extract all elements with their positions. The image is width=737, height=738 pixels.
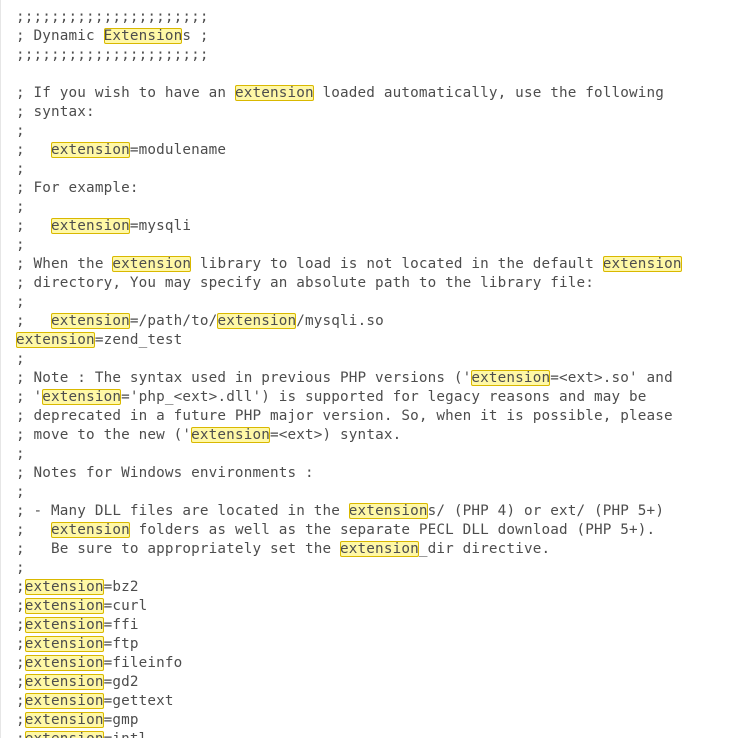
code-line[interactable]: ;	[16, 198, 682, 217]
code-line[interactable]: ; 'extension='php_<ext>.dll') is support…	[16, 388, 682, 407]
search-match-highlight: extension	[24, 674, 104, 690]
search-match-highlight: extension	[191, 427, 270, 443]
code-line[interactable]: ;extension=gmp	[16, 711, 682, 730]
search-match-highlight: extension	[340, 541, 419, 557]
search-match-highlight: extension	[24, 617, 104, 633]
code-line[interactable]: ; - Many DLL files are located in the ex…	[16, 502, 682, 521]
code-line[interactable]: ; extension=/path/to/extension/mysqli.so	[16, 312, 682, 331]
code-line[interactable]: ;	[16, 122, 682, 141]
code-line[interactable]: ;	[16, 160, 682, 179]
search-match-highlight: extension	[42, 389, 122, 405]
search-match-highlight: extension	[24, 598, 104, 614]
search-match-highlight: extension	[24, 712, 104, 728]
code-line[interactable]: ;extension=bz2	[16, 578, 682, 597]
search-match-highlight: extension	[24, 731, 104, 738]
code-line[interactable]: ; Dynamic Extensions ;	[16, 27, 682, 46]
search-match-highlight: extension	[24, 579, 104, 595]
code-line[interactable]: ;	[16, 236, 682, 255]
code-line[interactable]: ; Note : The syntax used in previous PHP…	[16, 369, 682, 388]
code-line[interactable]: ; Notes for Windows environments :	[16, 464, 682, 483]
search-match-highlight: extension	[24, 636, 104, 652]
search-match-highlight: extension	[234, 85, 314, 101]
code-line[interactable]: ; extension=mysqli	[16, 217, 682, 236]
code-line[interactable]: ;;;;;;;;;;;;;;;;;;;;;;	[16, 46, 682, 65]
code-line[interactable]: ;	[16, 350, 682, 369]
code-line[interactable]: ; Be sure to appropriately set the exten…	[16, 540, 682, 559]
code-line[interactable]: ;	[16, 483, 682, 502]
code-line[interactable]: ;extension=gettext	[16, 692, 682, 711]
search-match-highlight: extension	[51, 142, 130, 158]
code-line[interactable]: ;extension=curl	[16, 597, 682, 616]
text-editor[interactable]: ;;;;;;;;;;;;;;;;;;;;;;; Dynamic Extensio…	[0, 0, 737, 738]
search-match-highlight: extension	[24, 655, 104, 671]
code-line[interactable]	[16, 65, 682, 84]
search-match-highlight: extension	[51, 522, 130, 538]
search-match-highlight: extension	[16, 332, 95, 348]
code-line[interactable]: ; When the extension library to load is …	[16, 255, 682, 274]
search-match-highlight: Extension	[103, 28, 183, 44]
search-match-highlight: extension	[112, 256, 192, 272]
code-line[interactable]: ; move to the new ('extension=<ext>) syn…	[16, 426, 682, 445]
search-match-highlight: extension	[348, 503, 428, 519]
code-line[interactable]: ; If you wish to have an extension loade…	[16, 84, 682, 103]
search-match-highlight: extension	[602, 256, 682, 272]
search-match-highlight: extension	[217, 313, 297, 329]
code-line[interactable]: extension=zend_test	[16, 331, 682, 350]
search-match-highlight: extension	[471, 370, 551, 386]
search-match-highlight: extension	[24, 693, 104, 709]
code-line[interactable]: ;extension=intl	[16, 730, 682, 738]
code-content[interactable]: ;;;;;;;;;;;;;;;;;;;;;;; Dynamic Extensio…	[16, 8, 682, 738]
code-line[interactable]: ;	[16, 293, 682, 312]
code-line[interactable]: ; directory, You may specify an absolute…	[16, 274, 682, 293]
code-line[interactable]: ; extension folders as well as the separ…	[16, 521, 682, 540]
search-match-highlight: extension	[51, 218, 130, 234]
code-line[interactable]: ;extension=fileinfo	[16, 654, 682, 673]
code-line[interactable]: ; syntax:	[16, 103, 682, 122]
code-line[interactable]: ;extension=gd2	[16, 673, 682, 692]
code-line[interactable]: ;extension=ffi	[16, 616, 682, 635]
code-line[interactable]: ; deprecated in a future PHP major versi…	[16, 407, 682, 426]
code-line[interactable]: ;;;;;;;;;;;;;;;;;;;;;;	[16, 8, 682, 27]
code-line[interactable]: ; extension=modulename	[16, 141, 682, 160]
code-line[interactable]: ;extension=ftp	[16, 635, 682, 654]
code-line[interactable]: ; For example:	[16, 179, 682, 198]
code-line[interactable]: ;	[16, 445, 682, 464]
code-line[interactable]: ;	[16, 559, 682, 578]
search-match-highlight: extension	[51, 313, 130, 329]
